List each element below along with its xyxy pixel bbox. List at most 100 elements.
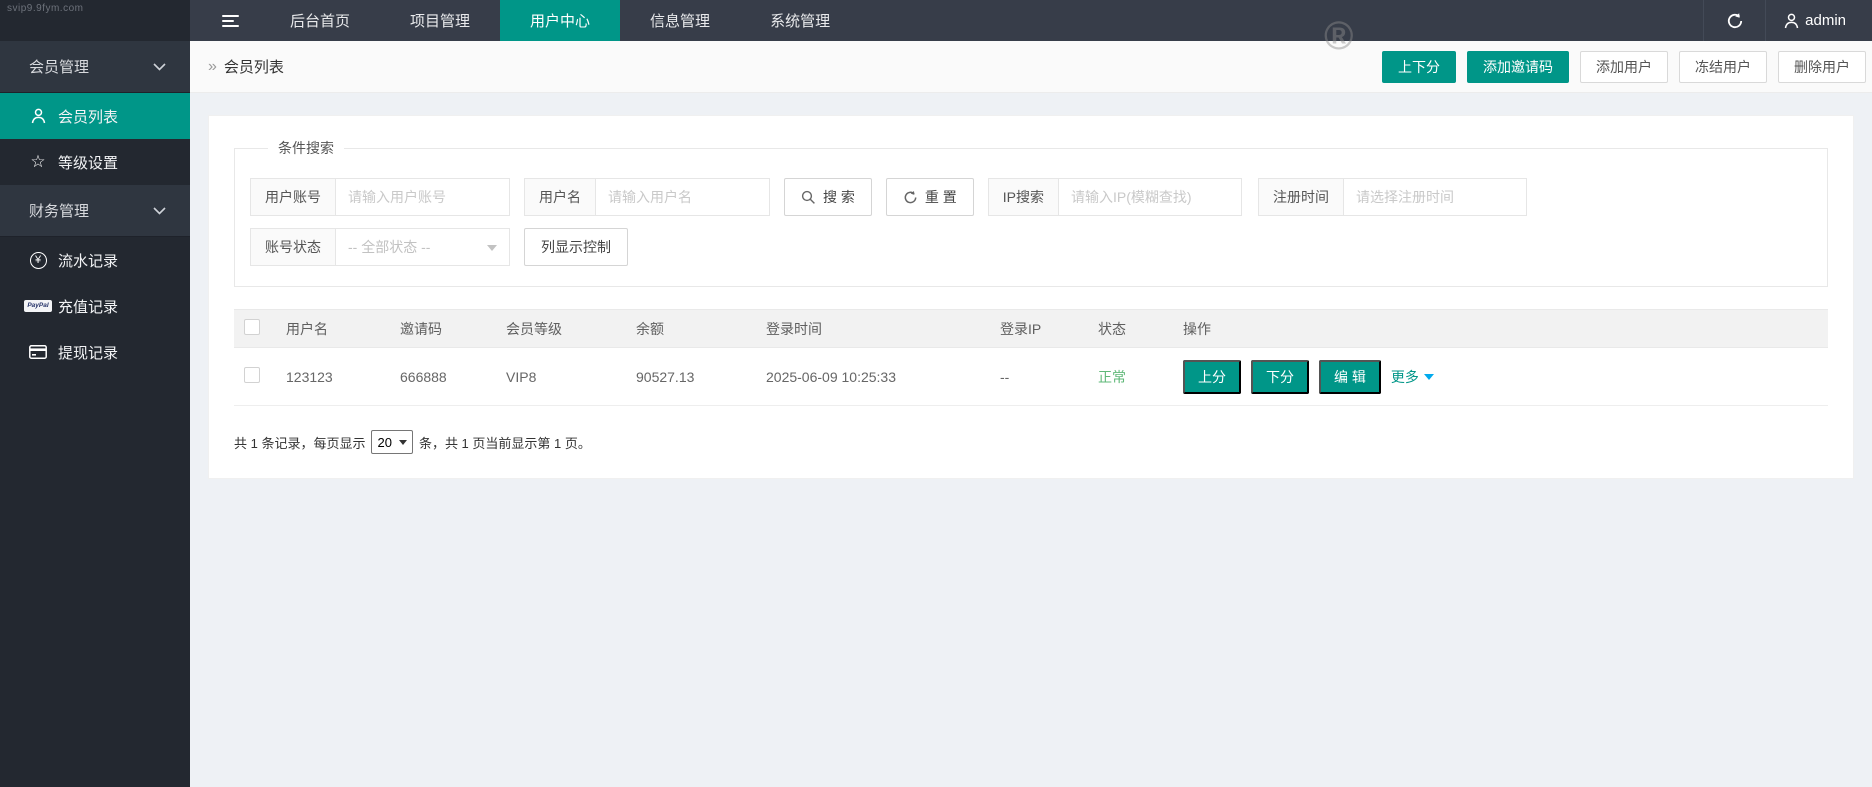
refresh-icon[interactable]	[1703, 0, 1765, 41]
add-invite-code-button[interactable]: 添加邀请码	[1467, 51, 1569, 83]
sidebar-group-label: 会员管理	[29, 56, 89, 77]
header-actions: 上下分 添加邀请码 添加用户 冻结用户 删除用户	[1382, 51, 1866, 83]
col-balance: 余额	[626, 310, 756, 348]
user-icon	[1784, 13, 1799, 29]
page-title: 会员列表	[224, 56, 284, 77]
content-area: » 会员列表 上下分 添加邀请码 添加用户 冻结用户 删除用户 条件搜索 用户账…	[190, 41, 1872, 787]
cell-balance: 90527.13	[626, 348, 756, 406]
site-watermark: svip9.9fym.com	[7, 3, 83, 14]
search-fieldset: 条件搜索 用户账号 用户名 搜 索	[234, 138, 1828, 287]
username-input[interactable]	[595, 178, 770, 216]
sidebar-item-recharge-records[interactable]: PayPal 充值记录	[0, 283, 190, 329]
sidebar-item-label: 等级设置	[58, 152, 118, 173]
search-row-2: 账号状态 -- 全部状态 -- 列显示控制	[250, 228, 1812, 266]
select-all-checkbox[interactable]	[244, 319, 260, 335]
freeze-user-button[interactable]: 冻结用户	[1679, 51, 1767, 83]
sidebar-item-label: 充值记录	[58, 296, 118, 317]
reset-button[interactable]: 重 置	[886, 178, 974, 216]
sidebar-item-label: 会员列表	[58, 106, 118, 127]
sidebar-group-member-management[interactable]: 会员管理	[0, 41, 190, 93]
account-label: 用户账号	[250, 178, 335, 216]
cell-username: 123123	[276, 348, 390, 406]
cell-login-time: 2025-06-09 10:25:33	[756, 348, 990, 406]
search-icon	[801, 190, 816, 205]
username-label: 用户名	[524, 178, 595, 216]
col-login-ip: 登录IP	[990, 310, 1088, 348]
delete-user-button[interactable]: 删除用户	[1778, 51, 1866, 83]
page-size-caret-icon	[399, 440, 407, 445]
sidebar-item-flow-records[interactable]: ¥ 流水记录	[0, 237, 190, 283]
column-display-button[interactable]: 列显示控制	[524, 228, 628, 266]
add-user-button[interactable]: 添加用户	[1580, 51, 1668, 83]
sidebar-group-label: 财务管理	[29, 200, 89, 221]
chevron-down-icon	[148, 58, 170, 76]
page-info-text: 条，共 1 页当前显示第 1 页。	[419, 433, 591, 452]
page-size-select[interactable]: 20	[371, 430, 412, 454]
sidebar-group-finance-management[interactable]: 财务管理	[0, 185, 190, 237]
sidebar: svip9.9fym.com 会员管理 会员列表 ☆ 等级设置 财务管理 ¥	[0, 0, 190, 787]
user-menu[interactable]: admin	[1765, 0, 1872, 41]
sidebar-item-level-settings[interactable]: ☆ 等级设置	[0, 139, 190, 185]
more-dropdown[interactable]: 更多	[1391, 367, 1434, 387]
paypal-icon: PayPal	[27, 297, 49, 315]
row-checkbox[interactable]	[244, 367, 260, 383]
deduct-score-button[interactable]: 下分	[1251, 360, 1309, 394]
account-field: 用户账号	[250, 178, 510, 216]
register-time-input[interactable]	[1343, 178, 1527, 216]
person-icon	[27, 107, 49, 125]
table-header-row: 用户名 邀请码 会员等级 余额 登录时间 登录IP 状态 操作	[234, 310, 1828, 348]
ip-search-field: IP搜索	[988, 178, 1242, 216]
breadcrumb-bar: » 会员列表 上下分 添加邀请码 添加用户 冻结用户 删除用户	[190, 41, 1872, 93]
reset-icon	[903, 190, 918, 205]
nav-item-system[interactable]: 系统管理	[740, 0, 860, 41]
nav-item-home[interactable]: 后台首页	[260, 0, 380, 41]
up-down-points-button[interactable]: 上下分	[1382, 51, 1456, 83]
sidebar-item-label: 流水记录	[58, 250, 118, 271]
account-status-field: 账号状态 -- 全部状态 --	[250, 228, 510, 266]
cell-invite-code: 666888	[390, 348, 496, 406]
register-time-label: 注册时间	[1258, 178, 1343, 216]
sidebar-item-label: 提现记录	[58, 342, 118, 363]
hamburger-menu-icon[interactable]	[200, 0, 260, 41]
cell-level: VIP8	[496, 348, 626, 406]
more-caret-icon	[1424, 374, 1434, 380]
table-row: 123123 666888 VIP8 90527.13 2025-06-09 1…	[234, 348, 1828, 406]
star-icon: ☆	[27, 153, 49, 171]
ip-search-label: IP搜索	[988, 178, 1058, 216]
app-window: svip9.9fym.com 会员管理 会员列表 ☆ 等级设置 财务管理 ¥	[0, 0, 1872, 787]
credit-card-icon	[27, 343, 49, 361]
col-invite-code: 邀请码	[390, 310, 496, 348]
sidebar-item-member-list[interactable]: 会员列表	[0, 93, 190, 139]
nav-item-info[interactable]: 信息管理	[620, 0, 740, 41]
search-legend: 条件搜索	[268, 138, 344, 158]
edit-button[interactable]: 编 辑	[1319, 360, 1381, 394]
ip-search-input[interactable]	[1058, 178, 1242, 216]
row-actions: 上分 下分 编 辑 更多	[1183, 360, 1818, 394]
status-badge: 正常	[1098, 369, 1126, 385]
nav-item-user-center[interactable]: 用户中心	[500, 0, 620, 41]
main-column: 后台首页 项目管理 用户中心 信息管理 系统管理 admin ®	[190, 0, 1872, 787]
search-button[interactable]: 搜 索	[784, 178, 872, 216]
col-login-time: 登录时间	[756, 310, 990, 348]
add-score-button[interactable]: 上分	[1183, 360, 1241, 394]
account-status-value: -- 全部状态 --	[348, 237, 430, 257]
col-actions: 操作	[1173, 310, 1828, 348]
page-size-value: 20	[377, 435, 391, 450]
account-status-label: 账号状态	[250, 228, 335, 266]
col-level: 会员等级	[496, 310, 626, 348]
register-time-field: 注册时间	[1258, 178, 1527, 216]
account-input[interactable]	[335, 178, 510, 216]
top-navbar: 后台首页 项目管理 用户中心 信息管理 系统管理 admin	[190, 0, 1872, 41]
col-status: 状态	[1088, 310, 1173, 348]
nav-item-projects[interactable]: 项目管理	[380, 0, 500, 41]
search-row-1: 用户账号 用户名 搜 索 重 置	[250, 178, 1812, 216]
member-list-card: 条件搜索 用户账号 用户名 搜 索	[208, 115, 1854, 479]
topbar-right: admin	[1703, 0, 1872, 41]
yen-circle-icon: ¥	[27, 251, 49, 269]
sidebar-item-withdraw-records[interactable]: 提现记录	[0, 329, 190, 375]
record-count-text: 共 1 条记录，每页显示	[234, 433, 365, 452]
breadcrumb-arrow: »	[208, 58, 217, 76]
account-status-select[interactable]: -- 全部状态 --	[335, 228, 510, 266]
col-username: 用户名	[276, 310, 390, 348]
pagination-bar: 共 1 条记录，每页显示 20 条，共 1 页当前显示第 1 页。	[234, 430, 1828, 454]
